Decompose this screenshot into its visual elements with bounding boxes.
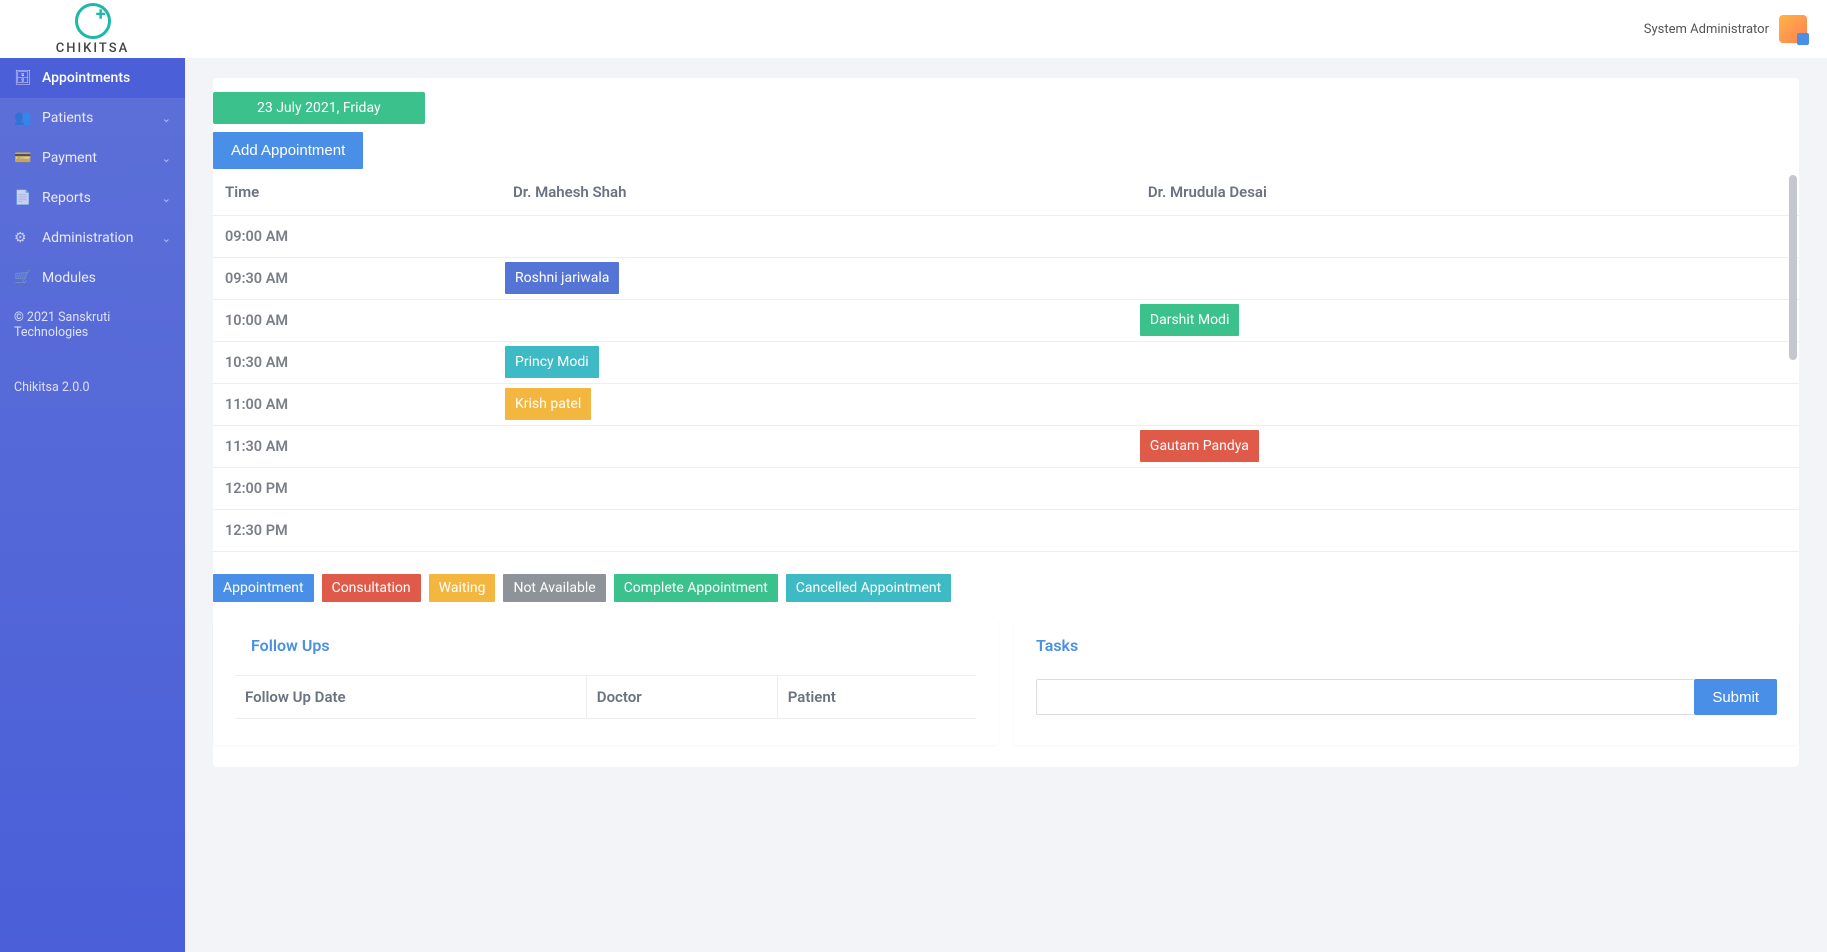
- card-icon: 💳: [14, 150, 32, 166]
- task-input[interactable]: [1036, 679, 1694, 715]
- time-cell: 10:30 AM: [213, 342, 503, 384]
- chevron-down-icon: ⌄: [162, 232, 171, 245]
- app-header: CHIKITSA System Administrator: [0, 0, 1827, 58]
- legend-consultation: Consultation: [322, 574, 421, 602]
- sidebar-item-administration[interactable]: ⚙ Administration ⌄: [0, 218, 185, 258]
- schedule-column-header: Time: [213, 169, 503, 216]
- followups-column-header: Patient: [777, 676, 976, 719]
- legend-waiting: Waiting: [429, 574, 496, 602]
- schedule-row: 12:30 PM: [213, 510, 1799, 552]
- briefcase-icon: 🗄: [14, 70, 32, 86]
- time-cell: 11:30 AM: [213, 426, 503, 468]
- schedule-cell[interactable]: [503, 510, 1138, 552]
- sidebar-item-label: Appointments: [42, 70, 130, 86]
- appointment-chip[interactable]: Krish patel: [505, 388, 591, 420]
- schedule-column-header: Dr. Mrudula Desai: [1138, 169, 1799, 216]
- followups-column-header: Doctor: [586, 676, 777, 719]
- cart-icon: 🛒: [14, 270, 32, 286]
- time-cell: 10:00 AM: [213, 300, 503, 342]
- time-cell: 09:00 AM: [213, 216, 503, 258]
- schedule-cell[interactable]: Roshni jariwala: [503, 258, 1138, 300]
- sidebar-item-label: Modules: [42, 270, 96, 286]
- time-cell: 09:30 AM: [213, 258, 503, 300]
- schedule-cell[interactable]: [1138, 468, 1799, 510]
- logo[interactable]: CHIKITSA: [0, 0, 185, 62]
- date-badge[interactable]: 23 July 2021, Friday: [213, 92, 425, 124]
- followups-title: Follow Ups: [235, 636, 976, 655]
- gear-icon: ⚙: [14, 230, 32, 246]
- copyright-text: © 2021 Sanskruti Technologies: [0, 298, 185, 352]
- time-cell: 12:30 PM: [213, 510, 503, 552]
- schedule-row: 09:30 AMRoshni jariwala: [213, 258, 1799, 300]
- schedule-row: 09:00 AM: [213, 216, 1799, 258]
- followups-column-header: Follow Up Date: [235, 676, 586, 719]
- sidebar-item-label: Patients: [42, 110, 93, 126]
- tasks-panel: Tasks Submit: [1014, 618, 1799, 745]
- tasks-title: Tasks: [1036, 636, 1777, 655]
- schedule-scroll[interactable]: TimeDr. Mahesh ShahDr. Mrudula Desai 09:…: [213, 169, 1799, 552]
- schedule-cell[interactable]: Gautam Pandya: [1138, 426, 1799, 468]
- schedule-cell[interactable]: [1138, 510, 1799, 552]
- legend: Appointment Consultation WaitingNot Availa…: [213, 574, 1799, 602]
- schedule-cell[interactable]: Princy Modi: [503, 342, 1138, 384]
- user-label: System Administrator: [1644, 22, 1769, 37]
- sidebar-item-payment[interactable]: 💳 Payment ⌄: [0, 138, 185, 178]
- schedule-row: 12:00 PM: [213, 468, 1799, 510]
- sidebar-item-patients[interactable]: 👥 Patients ⌄: [0, 98, 185, 138]
- avatar-icon: [1779, 15, 1807, 43]
- version-text: Chikitsa 2.0.0: [0, 380, 185, 407]
- file-icon: 📄: [14, 190, 32, 206]
- schedule-cell[interactable]: [503, 300, 1138, 342]
- appointment-chip[interactable]: Gautam Pandya: [1140, 430, 1259, 462]
- submit-button[interactable]: Submit: [1694, 679, 1777, 715]
- legend-cancelled-appointment: Cancelled Appointment: [786, 574, 951, 602]
- sidebar: 🗄 Appointments 👥 Patients ⌄ 💳 Payment ⌄ 📄 Reports…: [0, 58, 185, 952]
- user-menu[interactable]: System Administrator: [1644, 15, 1807, 43]
- schedule-cell[interactable]: [1138, 384, 1799, 426]
- chevron-down-icon: ⌄: [162, 152, 171, 165]
- chevron-down-icon: ⌄: [162, 192, 171, 205]
- time-cell: 11:00 AM: [213, 384, 503, 426]
- sidebar-item-label: Administration: [42, 230, 133, 246]
- main-content: 23 July 2021, Friday Add Appointment Tim…: [185, 58, 1827, 952]
- time-cell: 12:00 PM: [213, 468, 503, 510]
- scrollbar-thumb[interactable]: [1789, 175, 1797, 360]
- sidebar-item-modules[interactable]: 🛒 Modules: [0, 258, 185, 298]
- schedule-cell[interactable]: [1138, 258, 1799, 300]
- schedule-row: 10:30 AMPrincy Modi: [213, 342, 1799, 384]
- legend-appointment: Appointment: [213, 574, 314, 602]
- sidebar-item-appointments[interactable]: 🗄 Appointments: [0, 58, 185, 98]
- schedule-table: TimeDr. Mahesh ShahDr. Mrudula Desai 09:…: [213, 169, 1799, 552]
- followups-table: Follow Up DateDoctorPatient: [235, 675, 976, 719]
- schedule-row: 11:30 AM Gautam Pandya: [213, 426, 1799, 468]
- appointment-chip[interactable]: Roshni jariwala: [505, 262, 619, 294]
- logo-icon: [75, 3, 111, 39]
- sidebar-item-label: Reports: [42, 190, 91, 206]
- schedule-cell[interactable]: [1138, 342, 1799, 384]
- schedule-row: 10:00 AM Darshit Modi: [213, 300, 1799, 342]
- schedule-cell[interactable]: [503, 216, 1138, 258]
- users-icon: 👥: [14, 110, 32, 126]
- schedule-cell[interactable]: [1138, 216, 1799, 258]
- appointment-chip[interactable]: Princy Modi: [505, 346, 599, 378]
- schedule-cell[interactable]: Darshit Modi: [1138, 300, 1799, 342]
- schedule-cell[interactable]: [503, 468, 1138, 510]
- schedule-column-header: Dr. Mahesh Shah: [503, 169, 1138, 216]
- sidebar-item-label: Payment: [42, 150, 97, 166]
- schedule-row: 11:00 AMKrish patel: [213, 384, 1799, 426]
- followups-panel: Follow Ups Follow Up DateDoctorPatient: [213, 618, 998, 745]
- schedule-cell[interactable]: Krish patel: [503, 384, 1138, 426]
- sidebar-item-reports[interactable]: 📄 Reports ⌄: [0, 178, 185, 218]
- chevron-down-icon: ⌄: [162, 112, 171, 125]
- schedule-cell[interactable]: [503, 426, 1138, 468]
- appointment-chip[interactable]: Darshit Modi: [1140, 304, 1239, 336]
- legend-not-available: Not Available: [503, 574, 605, 602]
- logo-text: CHIKITSA: [56, 41, 129, 56]
- add-appointment-button[interactable]: Add Appointment: [213, 132, 363, 169]
- legend-complete-appointment: Complete Appointment: [614, 574, 778, 602]
